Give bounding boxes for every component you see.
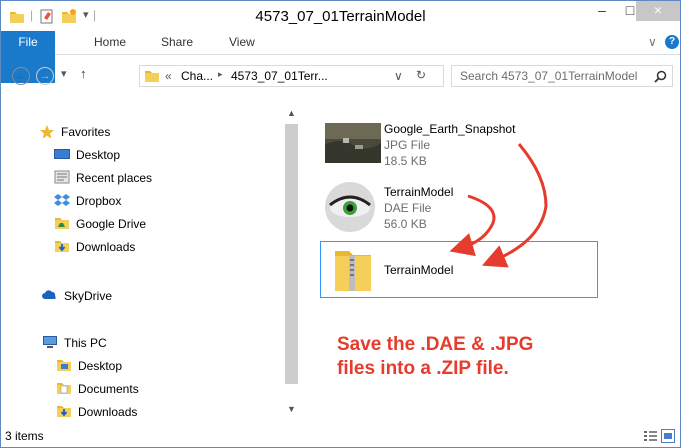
large-icons-view-icon[interactable]: [661, 429, 675, 443]
details-view-icon[interactable]: [644, 430, 657, 442]
annotation-text: Save the .DAE & .JPG files into a .ZIP f…: [337, 334, 534, 379]
item-count: 3 items: [5, 429, 44, 443]
status-bar: 3 items: [1, 425, 680, 447]
arrow-from-dae: [449, 194, 496, 257]
arrow-from-jpg: [481, 143, 548, 268]
explorer-window: | ▾ | 4573_07_01TerrainModel – □ × File …: [0, 0, 681, 448]
